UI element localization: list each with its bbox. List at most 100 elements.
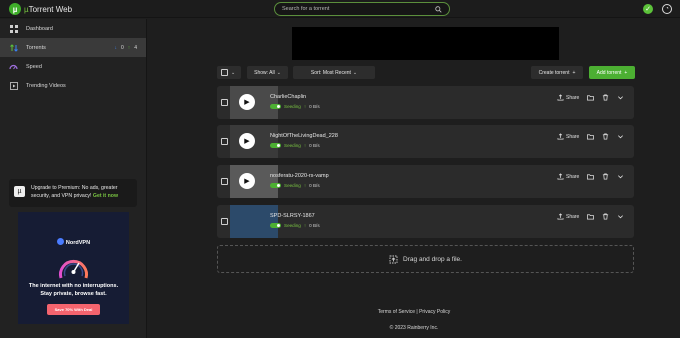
torrent-name[interactable]: CharlieChaplin [270,94,306,100]
share-icon [557,133,564,140]
search-placeholder: Search for a torrent [282,6,330,12]
share-button[interactable]: Share [557,173,579,180]
trash-icon[interactable] [602,133,609,140]
create-torrent-label: Create torrent [538,69,570,76]
trash-icon[interactable] [602,213,609,220]
speedometer-icon [59,260,88,279]
ad-headline-2: Stay private, browse fast. [40,291,107,297]
torrent-thumbnail[interactable]: ▶ [230,86,278,119]
play-icon[interactable]: ▶ [239,94,255,110]
upload-file-icon [389,255,398,263]
settings-icon[interactable]: ◔ [662,4,672,14]
trash-icon[interactable] [602,94,609,101]
footer-links: Terms of Service | Privacy Policy [148,309,680,315]
nordvpn-logo-icon [56,238,64,245]
sidebar-item-trending-videos[interactable]: Trending Videos [0,76,146,95]
play-icon[interactable]: ▶ [239,173,255,189]
chevron-down-icon: ⌄ [352,69,358,76]
chevron-down-icon[interactable] [617,213,624,220]
utorrent-logo-icon: µ [9,3,21,15]
file-drop-zone[interactable]: Drag and drop a file. [217,245,634,273]
sidebar-item-label: Speed [26,63,42,70]
sort-dropdown[interactable]: Sort: Most Recent ⌄ [293,66,375,79]
seeding-toggle[interactable] [270,183,281,188]
seeding-toggle[interactable] [270,143,281,148]
drop-zone-label: Drag and drop a file. [403,255,462,263]
brand-name: µTorrent Web [24,5,72,14]
torrent-name[interactable]: nosferatu-2020-rs-vamp [270,173,329,179]
show-filter-dropdown[interactable]: Show: All ⌄ [247,66,288,79]
chevron-down-icon[interactable] [617,94,624,101]
torrent-rate: 0 B/s [309,104,320,109]
share-label: Share [566,173,580,180]
chevron-down-icon[interactable] [617,133,624,140]
ad-headline-1: The internet with no interruptions. [28,283,119,289]
select-all-checkbox[interactable] [221,69,228,76]
torrent-checkbox[interactable] [221,178,228,185]
upload-arrow-icon: ↑ [303,143,307,148]
folder-icon[interactable] [587,133,595,140]
terms-link[interactable]: Terms of Service [378,309,415,315]
torrent-checkbox[interactable] [221,218,228,225]
create-torrent-button[interactable]: Create torrent + [531,66,583,79]
torrent-status: Seeding [284,143,301,148]
share-icon [557,173,564,180]
folder-icon[interactable] [587,173,595,180]
plus-icon: + [624,69,628,76]
torrent-checkbox[interactable] [221,138,228,145]
torrent-name[interactable]: NightOfTheLivingDead_228 [270,133,338,139]
share-button[interactable]: Share [557,133,579,140]
torrent-rate: 0 B/s [309,183,320,188]
folder-icon[interactable] [587,213,595,220]
sidebar-item-dashboard[interactable]: Dashboard [0,19,146,38]
top-bar: µ µTorrent Web Search for a torrent ✓ ◔ [0,0,680,18]
upload-arrow-icon: ↑ [303,183,307,188]
torrent-toolbar: ⌄ Show: All ⌄ Sort: Most Recent ⌄ Create t… [217,66,635,79]
video-icon [9,81,18,90]
nordvpn-ad[interactable]: NordVPN The internet with no interruptio… [18,212,129,324]
privacy-link[interactable]: Privacy Policy [419,309,450,315]
torrent-thumbnail[interactable] [230,205,278,238]
torrent-row[interactable]: ▶ NightOfTheLivingDead_228 Seeding ↑ 0 B/s… [217,125,634,158]
share-button[interactable]: Share [557,94,579,101]
sidebar-item-torrents[interactable]: Torrents ↓ 0 ↑ 4 [0,38,146,57]
seeding-toggle[interactable] [270,104,281,109]
search-icon[interactable] [435,5,442,13]
status-check-icon[interactable]: ✓ [643,4,653,14]
premium-upsell: µ Upgrade to Premium: No ads, greater se… [9,179,137,207]
download-arrow-icon: ↓ [114,44,117,51]
select-all-dropdown[interactable]: ⌄ [217,66,241,79]
trash-icon[interactable] [602,173,609,180]
download-count: 0 [120,44,124,51]
plus-icon: + [572,69,576,76]
add-torrent-button[interactable]: Add torrent + [589,66,635,79]
upload-arrow-icon: ↑ [127,44,131,51]
sort-label: Sort: Most Recent [310,69,351,76]
sidebar-item-label: Torrents [26,44,46,51]
share-button[interactable]: Share [557,213,579,220]
sidebar-item-speed[interactable]: Speed [0,57,146,76]
upload-arrow-icon: ↑ [303,223,307,228]
torrent-row[interactable]: ▶ CharlieChaplin Seeding ↑ 0 B/s Share [217,86,634,119]
folder-icon[interactable] [587,94,595,101]
premium-icon: µ [14,186,25,197]
seeding-toggle[interactable] [270,223,281,228]
torrent-row[interactable]: SPD-SLRSY-1867 Seeding ↑ 0 B/s Share [217,205,634,238]
ad-cta-button[interactable]: Save 70% With Deal [47,304,100,315]
share-label: Share [566,94,580,101]
torrent-name[interactable]: SPD-SLRSY-1867 [270,213,315,219]
chevron-down-icon[interactable] [617,173,624,180]
torrent-checkbox[interactable] [221,99,228,106]
torrent-thumbnail[interactable]: ▶ [230,165,278,198]
brand[interactable]: µ µTorrent Web [9,3,72,15]
search-input[interactable]: Search for a torrent [274,2,450,16]
torrent-thumbnail[interactable]: ▶ [230,125,278,158]
share-icon [557,94,564,101]
main-content: ⌄ Show: All ⌄ Sort: Most Recent ⌄ Create t… [148,19,680,338]
grid-icon [9,24,18,33]
torrent-row[interactable]: ▶ nosferatu-2020-rs-vamp Seeding ↑ 0 B/s S… [217,165,634,198]
add-torrent-label: Add torrent [596,69,622,76]
play-icon[interactable]: ▶ [239,133,255,149]
get-premium-link[interactable]: Get it now [93,193,118,199]
banner-ad[interactable] [292,27,559,60]
